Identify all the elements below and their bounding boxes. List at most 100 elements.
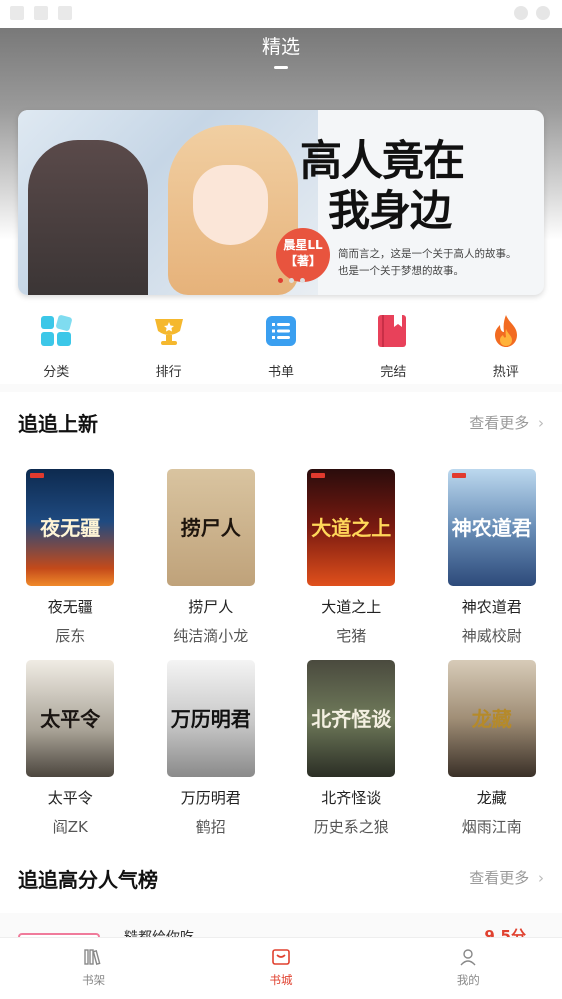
section-divider xyxy=(0,384,562,392)
section-title-new: 追追上新 xyxy=(18,412,98,436)
see-more-label: 查看更多 xyxy=(469,869,530,887)
shortcut-label: 排行 xyxy=(155,365,182,380)
status-icons-right xyxy=(514,6,550,20)
book-card[interactable]: 夜无疆 夜无疆 辰东 xyxy=(0,469,141,646)
book-card[interactable]: 太平令 太平令 阎ZK xyxy=(0,660,141,837)
book-author: 烟雨江南 xyxy=(461,818,522,836)
trophy-icon xyxy=(152,314,186,348)
book-title: 夜无疆 xyxy=(47,598,93,616)
see-more-popular-link[interactable]: 查看更多 › xyxy=(469,867,544,888)
section-title-popular: 追追高分人气榜 xyxy=(18,868,158,892)
shortcut-label: 分类 xyxy=(43,365,70,380)
book-author: 纯洁滴小龙 xyxy=(173,627,249,645)
banner-character-face xyxy=(193,165,268,245)
book-card[interactable]: 龙藏 龙藏 烟雨江南 xyxy=(422,660,562,837)
book-card[interactable]: 大道之上 大道之上 宅猪 xyxy=(281,469,422,646)
book-cover: 神农道君 xyxy=(447,469,536,586)
book-cover: 捞尸人 xyxy=(166,469,255,586)
bookmark-book-icon xyxy=(376,314,410,348)
cover-title: 捞尸人 xyxy=(180,515,241,540)
book-author: 阎ZK xyxy=(52,818,88,836)
book-title: 北齐怪谈 xyxy=(321,789,382,807)
shortcut-label: 热评 xyxy=(492,365,519,380)
list-icon xyxy=(264,314,298,348)
tab-indicator xyxy=(274,66,288,69)
banner-author-badge: 晨星LL 【著】 xyxy=(276,228,330,282)
profile-icon xyxy=(460,949,476,966)
battery-icon xyxy=(536,6,550,20)
nav-profile[interactable]: 我的 xyxy=(375,938,562,999)
book-title: 大道之上 xyxy=(321,598,382,616)
book-title: 万历明君 xyxy=(180,789,241,807)
book-title: 神农道君 xyxy=(461,598,522,616)
wifi-icon xyxy=(514,6,528,20)
book-cover: 北齐怪谈 xyxy=(307,660,396,777)
notification-icon xyxy=(10,6,24,20)
book-card[interactable]: 神农道君 神农道君 神威校尉 xyxy=(422,469,562,646)
shortcut-hot-reviews[interactable]: 热评 xyxy=(450,300,562,384)
shortcut-label: 书单 xyxy=(267,365,294,380)
banner-author-name: 晨星LL xyxy=(283,238,323,252)
banner-pagination xyxy=(278,278,305,283)
nav-bookstore[interactable]: 书城 xyxy=(187,938,374,999)
category-grid-icon xyxy=(39,314,73,348)
pagination-dot[interactable] xyxy=(289,278,294,283)
book-cover: 夜无疆 xyxy=(26,469,115,586)
tab-featured[interactable]: 精选 xyxy=(0,32,562,59)
book-card[interactable]: 捞尸人 捞尸人 纯洁滴小龙 xyxy=(141,469,282,646)
nav-label: 书架 xyxy=(82,973,106,987)
pagination-dot[interactable] xyxy=(278,278,283,283)
book-card[interactable]: 万历明君 万历明君 鹤招 xyxy=(141,660,282,837)
shortcut-completed[interactable]: 完结 xyxy=(337,300,449,384)
bookshelf-icon xyxy=(83,949,101,966)
book-title: 龙藏 xyxy=(476,789,507,807)
banner-title-line1: 高人竟在 xyxy=(300,136,465,185)
book-cover: 龙藏 xyxy=(447,660,536,777)
book-author: 宅猪 xyxy=(336,627,367,645)
banner-title-line2: 我身边 xyxy=(328,186,452,235)
book-card[interactable]: 北齐怪谈 北齐怪谈 历史系之狼 xyxy=(281,660,422,837)
banner-character-boy xyxy=(28,140,148,295)
banner-desc-line2: 也是一个关于梦想的故事。 xyxy=(338,265,464,277)
bottom-navigation: 书架 书城 我的 xyxy=(0,937,562,999)
book-author: 历史系之狼 xyxy=(313,818,389,836)
shortcut-ranking[interactable]: 排行 xyxy=(112,300,224,384)
book-title: 太平令 xyxy=(47,789,93,807)
flame-icon xyxy=(489,314,523,348)
book-cover: 大道之上 xyxy=(307,469,396,586)
book-grid-row1: 夜无疆 夜无疆 辰东 捞尸人 捞尸人 纯洁滴小龙 大道之上 大道之上 宅猪 神农… xyxy=(0,469,562,646)
chevron-right-icon: › xyxy=(538,414,544,432)
shortcut-booklist[interactable]: 书单 xyxy=(225,300,337,384)
book-cover: 太平令 xyxy=(26,660,115,777)
banner-desc-line1: 简而言之，这是一个关于高人的故事。 xyxy=(338,248,517,260)
book-author: 鹤招 xyxy=(195,818,226,836)
book-author: 神威校尉 xyxy=(461,627,522,645)
book-cover: 万历明君 xyxy=(166,660,255,777)
pagination-dot[interactable] xyxy=(300,278,305,283)
notification-icon xyxy=(58,6,72,20)
cover-title: 夜无疆 xyxy=(40,515,101,540)
publisher-tag xyxy=(451,473,466,478)
cover-title: 龙藏 xyxy=(471,706,512,731)
shortcut-label: 完结 xyxy=(380,365,407,380)
banner-description: 简而言之，这是一个关于高人的故事。 也是一个关于梦想的故事。 xyxy=(338,246,538,280)
shortcut-category[interactable]: 分类 xyxy=(0,300,112,384)
bookstore-icon xyxy=(272,949,290,965)
see-more-new-link[interactable]: 查看更多 › xyxy=(469,412,544,433)
shortcut-bar: 分类 排行 书单 完结 热评 xyxy=(0,300,562,384)
cover-title: 万历明君 xyxy=(170,706,251,731)
promo-banner[interactable]: 高人竟在 我身边 晨星LL 【著】 简而言之，这是一个关于高人的故事。 也是一个… xyxy=(18,110,544,295)
status-icons-left xyxy=(10,6,72,20)
cover-title: 神农道君 xyxy=(451,515,532,540)
banner-author-suffix: 【著】 xyxy=(284,254,321,268)
nav-bookshelf[interactable]: 书架 xyxy=(0,938,187,999)
nav-label: 我的 xyxy=(456,973,480,987)
see-more-label: 查看更多 xyxy=(469,414,530,432)
book-author: 辰东 xyxy=(55,627,86,645)
publisher-tag xyxy=(311,473,326,478)
cover-title: 太平令 xyxy=(40,706,101,731)
book-grid-row2: 太平令 太平令 阎ZK 万历明君 万历明君 鹤招 北齐怪谈 北齐怪谈 历史系之狼… xyxy=(0,660,562,837)
nav-label: 书城 xyxy=(269,973,293,987)
cover-title: 北齐怪谈 xyxy=(311,706,392,731)
book-title: 捞尸人 xyxy=(188,598,234,616)
